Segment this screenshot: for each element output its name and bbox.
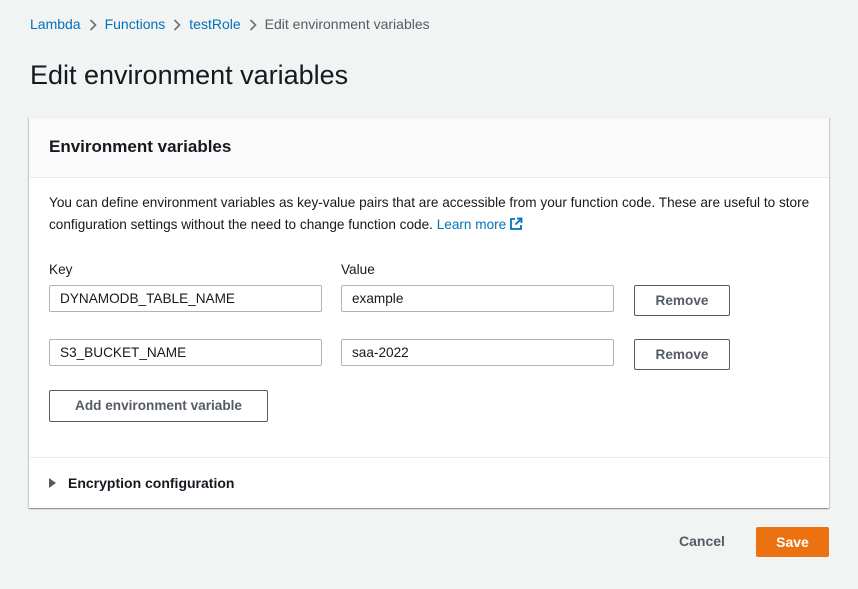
breadcrumb-testrole[interactable]: testRole	[189, 16, 240, 32]
value-column-label: Value	[341, 262, 375, 277]
chevron-right-icon	[241, 16, 265, 32]
save-button[interactable]: Save	[756, 527, 829, 557]
value-input-1[interactable]: example	[341, 285, 614, 312]
remove-button-2[interactable]: Remove	[634, 339, 730, 370]
remove-button-1[interactable]: Remove	[634, 285, 730, 316]
breadcrumb-lambda[interactable]: Lambda	[30, 16, 81, 32]
chevron-right-icon	[81, 16, 105, 32]
breadcrumb: Lambda Functions testRole Edit environme…	[30, 15, 430, 33]
encryption-configuration-expander[interactable]: Encryption configuration	[49, 475, 234, 491]
encryption-configuration-label[interactable]: Encryption configuration	[68, 475, 234, 491]
breadcrumb-current: Edit environment variables	[264, 16, 430, 32]
key-input-1[interactable]: DYNAMODB_TABLE_NAME	[49, 285, 322, 312]
learn-more-label[interactable]: Learn more	[437, 217, 507, 232]
breadcrumb-functions[interactable]: Functions	[105, 16, 166, 32]
panel-title: Environment variables	[49, 137, 232, 156]
value-input-2[interactable]: saa-2022	[341, 339, 614, 366]
caret-right-icon[interactable]	[49, 478, 56, 488]
chevron-right-icon	[165, 16, 189, 32]
add-environment-variable-button[interactable]: Add environment variable	[49, 390, 268, 422]
panel-header: Environment variables	[29, 118, 829, 178]
external-link-icon[interactable]	[509, 216, 523, 238]
page-title: Edit environment variables	[30, 60, 349, 90]
key-input-2[interactable]: S3_BUCKET_NAME	[49, 339, 322, 366]
description-text: You can define environment variables as …	[49, 195, 810, 232]
environment-variables-panel: Environment variables You can define env…	[29, 117, 829, 508]
panel-description: You can define environment variables as …	[49, 192, 819, 238]
learn-more-link[interactable]: Learn more	[437, 217, 524, 232]
divider	[29, 457, 829, 458]
key-column-label: Key	[49, 262, 73, 277]
cancel-button[interactable]: Cancel	[670, 533, 734, 553]
